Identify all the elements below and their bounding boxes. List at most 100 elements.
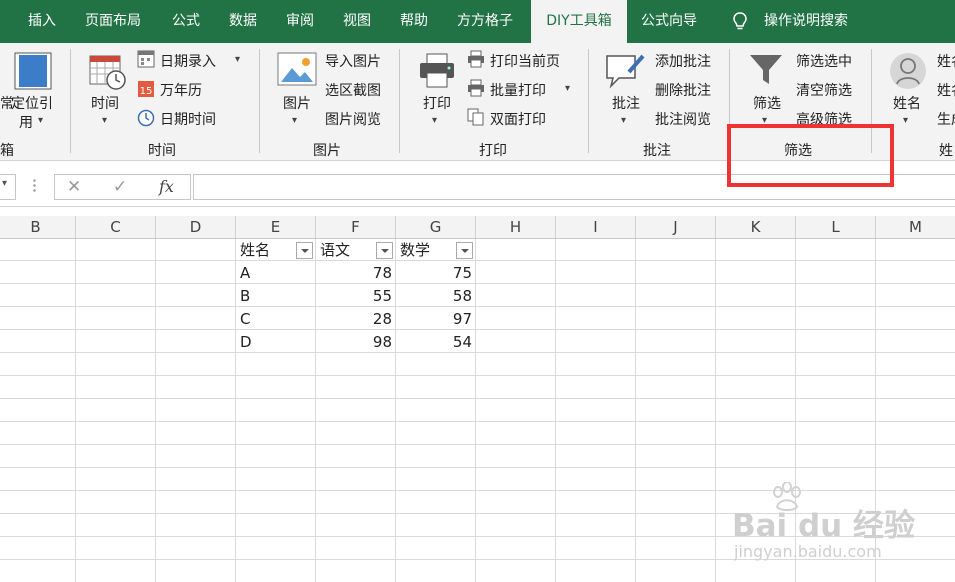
tell-me-search[interactable]: 操作说明搜索	[764, 0, 848, 43]
column-header-g[interactable]: G	[396, 216, 476, 238]
column-header-j[interactable]: J	[636, 216, 716, 238]
picture-label: 图片	[283, 96, 311, 112]
perpetual-calendar-label: 万年历	[160, 83, 202, 99]
table-cell[interactable]: 97	[396, 308, 472, 330]
region-screenshot-button[interactable]: 选区截图	[325, 80, 381, 100]
chevron-down-icon: ▾	[102, 115, 108, 126]
filter-dropdown-math[interactable]	[456, 242, 473, 259]
funnel-icon	[750, 55, 782, 84]
header-cell-math[interactable]: 数学	[400, 239, 430, 261]
chevron-down-icon: ▾	[565, 83, 571, 94]
insert-function-icon[interactable]: fx	[159, 177, 174, 196]
table-cell[interactable]: 75	[396, 262, 472, 284]
filter-selected-button[interactable]: 筛选选中	[796, 51, 852, 71]
formula-buttons: ✕ ✓ fx	[54, 174, 191, 200]
tab-help[interactable]: 帮助	[400, 0, 428, 43]
add-comment-button[interactable]: 添加批注	[655, 51, 711, 71]
name-item-1-button[interactable]: 姓名	[937, 51, 955, 71]
name-item-3-button[interactable]: 生成	[937, 109, 955, 129]
chevron-down-icon: ▾	[903, 115, 909, 126]
comment-icon	[606, 54, 645, 89]
name-box[interactable]: ▾	[0, 174, 16, 200]
column-header-e[interactable]: E	[236, 216, 316, 238]
column-header-m[interactable]: M	[876, 216, 955, 238]
divider	[399, 49, 400, 153]
duplex-print-label: 双面打印	[490, 112, 546, 128]
column-header-b[interactable]: B	[0, 216, 76, 238]
svg-text:15: 15	[140, 86, 153, 97]
comment-group-label: 批注	[643, 143, 671, 159]
filter-dropdown-name[interactable]	[296, 242, 313, 259]
watermark-brand: Bai du 经验	[732, 508, 916, 544]
table-cell[interactable]: C	[240, 308, 250, 330]
tab-data[interactable]: 数据	[229, 0, 257, 43]
print-page-icon	[468, 50, 484, 68]
batch-print-icon	[468, 79, 484, 97]
clipped-group-label: 箱	[0, 143, 14, 159]
calendar-clock-icon	[89, 55, 126, 90]
tab-formula-wizard[interactable]: 公式向导	[641, 0, 697, 43]
tab-diy-toolbox[interactable]: DIY工具箱	[531, 0, 627, 43]
table-cell[interactable]: 28	[316, 308, 392, 330]
confirm-icon[interactable]: ✓	[113, 177, 127, 197]
column-header-l[interactable]: L	[796, 216, 876, 238]
table-cell[interactable]: 58	[396, 285, 472, 307]
column-header-bar: B C D E F G H I J K L M	[0, 216, 955, 239]
tab-view[interactable]: 视图	[343, 0, 371, 43]
locate-label-2: 用	[19, 115, 33, 131]
column-header-f[interactable]: F	[316, 216, 396, 238]
print-group-label: 打印	[479, 143, 507, 159]
highlight-box	[727, 124, 894, 187]
delete-comment-button[interactable]: 删除批注	[655, 80, 711, 100]
locate-icon	[14, 52, 52, 90]
comment-label: 批注	[612, 96, 640, 112]
duplex-print-icon	[467, 108, 484, 126]
tab-review[interactable]: 审阅	[286, 0, 314, 43]
column-header-d[interactable]: D	[156, 216, 236, 238]
date-entry-icon	[137, 50, 155, 68]
table-cell[interactable]: A	[240, 262, 250, 284]
header-cell-chinese[interactable]: 语文	[320, 239, 350, 261]
table-cell[interactable]: 98	[316, 331, 392, 353]
table-cell[interactable]: B	[240, 285, 250, 307]
divider	[588, 49, 589, 153]
chevron-down-icon: ▾	[38, 115, 44, 126]
divider	[70, 49, 71, 153]
column-header-k[interactable]: K	[716, 216, 796, 238]
table-cell[interactable]: 55	[316, 285, 392, 307]
batch-print-label: 批量打印	[490, 83, 546, 99]
column-header-c[interactable]: C	[76, 216, 156, 238]
chevron-down-icon: ▾	[292, 115, 298, 126]
filter-label: 筛选	[753, 96, 781, 112]
print-current-page-label: 打印当前页	[490, 54, 560, 70]
picture-viewer-button[interactable]: 图片阅览	[325, 109, 381, 129]
name-item-2-button[interactable]: 姓名	[937, 80, 955, 100]
tab-insert[interactable]: 插入	[28, 0, 56, 43]
view-comments-button[interactable]: 批注阅览	[655, 109, 711, 129]
picture-group-label: 图片	[313, 143, 341, 159]
import-picture-button[interactable]: 导入图片	[325, 51, 381, 71]
table-cell[interactable]: D	[240, 331, 252, 353]
cancel-icon[interactable]: ✕	[67, 177, 81, 197]
time-label: 时间	[91, 96, 119, 112]
table-cell[interactable]: 78	[316, 262, 392, 284]
formula-bar-grip-icon	[33, 178, 36, 194]
tab-formulas[interactable]: 公式	[172, 0, 200, 43]
tab-page-layout[interactable]: 页面布局	[85, 0, 141, 43]
ribbon-tab-bar: 插入 页面布局 公式 数据 审阅 视图 帮助 方方格子 DIY工具箱 公式向导 …	[0, 0, 955, 43]
filter-dropdown-chinese[interactable]	[376, 242, 393, 259]
header-cell-name[interactable]: 姓名	[240, 239, 270, 261]
clear-filter-button[interactable]: 清空筛选	[796, 80, 852, 100]
column-header-i[interactable]: I	[556, 216, 636, 238]
watermark-url: jingyan.baidu.com	[734, 542, 882, 561]
lightbulb-icon	[733, 12, 747, 30]
datetime-label: 日期时间	[160, 112, 216, 128]
column-header-h[interactable]: H	[476, 216, 556, 238]
name-label: 姓名	[893, 96, 921, 112]
chevron-down-icon: ▾	[432, 115, 438, 126]
tab-fangfang[interactable]: 方方格子	[457, 0, 513, 43]
table-cell[interactable]: 54	[396, 331, 472, 353]
divider	[259, 49, 260, 153]
time-group-label: 时间	[148, 143, 176, 159]
baidu-watermark: Bai du 经验 jingyan.baidu.com	[732, 482, 947, 568]
